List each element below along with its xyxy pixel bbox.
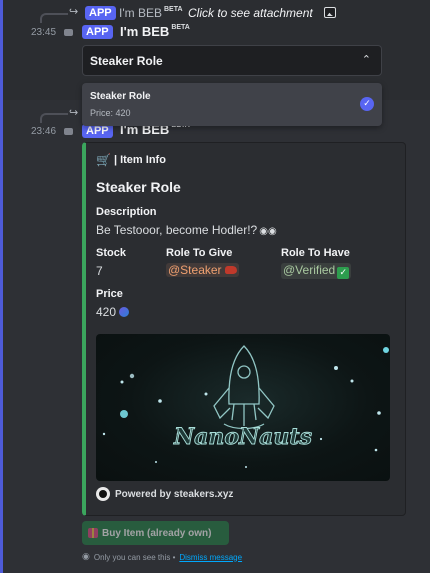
option-description: Price: 420 [90,108,131,118]
steak-icon [224,266,237,274]
role-mention-verified[interactable]: @Verified ✓ [281,263,352,279]
reply-arrow-icon: ↪ [69,106,79,119]
footer-logo-icon [96,487,110,501]
eyes-icon: ◉◉ [259,226,277,237]
bot-icon [64,128,73,135]
timestamp: 23:45 [31,27,57,38]
role-mention-steaker[interactable]: @Steaker [166,263,239,277]
chevron-up-icon: ⌃ [361,53,371,66]
role-verified-text: @Verified [283,263,336,277]
check-icon: ✓ [360,97,374,111]
reply-connector [40,113,68,123]
embed-image-nanonauts[interactable]: NanoNauts [96,334,390,481]
app-tag: APP [82,124,113,138]
role-steaker-text: @Steaker [168,263,222,277]
field-value-description: Be Testooor, become Hodler!? ◉◉ [96,223,277,237]
reply-connector [40,13,68,23]
image-icon [324,7,336,18]
reply-author[interactable]: I'm BEB BETA [119,6,183,20]
nanonauts-text: NanoNauts [173,424,312,450]
item-select-menu[interactable]: Steaker Role ⌃ [82,45,382,76]
embed-title: Steaker Role [96,179,181,195]
ephemeral-text: Only you can see this • [93,552,176,562]
field-value-price: 420 [96,305,130,319]
author-name-text: I'm BEB [120,24,170,39]
select-option[interactable]: Steaker Role Price: 420 ✓ [82,83,382,126]
field-name-description: Description [96,206,157,218]
reply-author-name: I'm BEB [119,6,162,20]
item-embed: 🛒 | Item Info Steaker Role Description B… [82,142,406,516]
dismiss-message-link[interactable]: Dismiss message [179,553,242,562]
field-name-price: Price [96,288,123,300]
embed-footer: Powered by steakers.xyz [96,487,233,501]
beta-badge: BETA [171,24,190,31]
price-text: 420 [96,305,117,319]
app-tag: APP [82,25,113,39]
buy-button-label: Buy Item (already own) [102,527,212,539]
timestamp: 23:46 [31,126,57,137]
field-name-role-to-have: Role To Have [281,247,350,259]
beta-badge: BETA [163,6,183,13]
description-text: Be Testooor, become Hodler!? [96,223,258,237]
field-name-stock: Stock [96,247,126,259]
nanonauts-logo: NanoNauts [102,345,389,468]
embed-author: 🛒 | Item Info [96,153,166,167]
coin-icon [119,307,130,317]
check-mark-icon: ✓ [337,267,350,279]
select-value: Steaker Role [90,54,163,68]
bot-icon [64,29,73,36]
reply-arrow-icon: ↪ [69,5,79,18]
chat-pane: ↪ APP I'm BEB BETA Click to see attachmen… [0,0,430,573]
cart-icon: 🛒 [96,153,111,167]
eye-icon: ◉ [82,552,90,562]
gift-icon [88,528,98,538]
embed-author-text: | Item Info [113,154,166,166]
field-value-stock: 7 [96,264,103,278]
reply-preview-text[interactable]: Click to see attachment [188,6,313,20]
option-label: Steaker Role [90,91,151,102]
footer-text: Powered by steakers.xyz [115,488,234,500]
author-name[interactable]: I'm BEBBETA [120,24,190,39]
ephemeral-notice: ◉ Only you can see this • Dismiss messag… [82,552,242,562]
app-tag: APP [85,6,116,20]
buy-item-button[interactable]: Buy Item (already own) [82,521,229,545]
field-name-role-to-give: Role To Give [166,247,233,259]
